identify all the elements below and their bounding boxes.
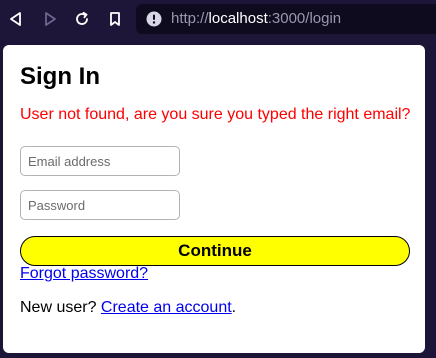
forgot-password-link[interactable]: Forgot password? — [20, 264, 148, 284]
url-host: localhost — [208, 10, 268, 27]
back-button[interactable] — [4, 8, 28, 30]
reload-button[interactable] — [70, 8, 94, 30]
page-title: Sign In — [20, 63, 100, 90]
bookmark-button[interactable] — [103, 8, 127, 30]
trailing-period: . — [231, 299, 237, 316]
forward-button[interactable] — [38, 8, 62, 30]
continue-button[interactable]: Continue — [20, 236, 410, 266]
forward-arrow-icon — [45, 12, 56, 26]
bookmark-icon — [110, 12, 120, 26]
url-text[interactable]: http://localhost:3000/login — [171, 10, 341, 28]
new-user-text: New user? — [20, 299, 101, 316]
page-content: Sign In User not found, are you sure you… — [3, 45, 425, 353]
address-bar[interactable]: http://localhost:3000/login — [136, 4, 436, 34]
browser-toolbar: http://localhost:3000/login — [0, 0, 436, 40]
url-scheme: http:// — [171, 10, 209, 27]
email-field[interactable] — [20, 146, 180, 176]
url-path: :3000/login — [267, 10, 342, 27]
password-field[interactable] — [20, 190, 180, 220]
back-arrow-icon — [10, 12, 21, 26]
signup-line: New user? Create an account. — [20, 298, 236, 318]
reload-icon — [76, 11, 88, 25]
create-account-link[interactable]: Create an account — [101, 299, 232, 316]
error-message: User not found, are you sure you typed t… — [20, 106, 411, 123]
site-info-icon[interactable] — [146, 11, 162, 27]
